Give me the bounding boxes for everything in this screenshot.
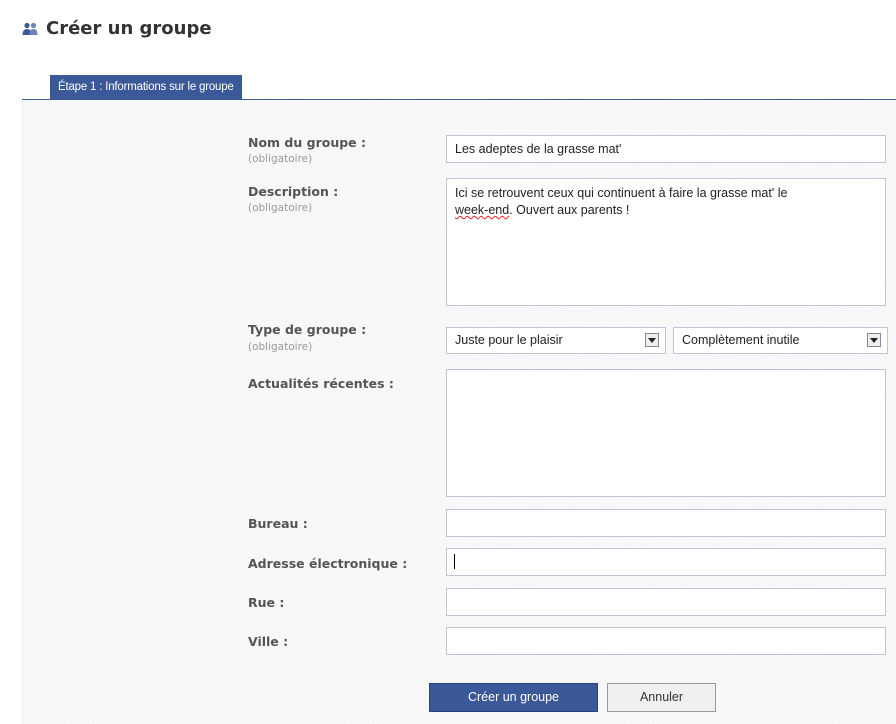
- cancel-button[interactable]: Annuler: [607, 683, 716, 712]
- group-type-label: Type de groupe :: [248, 322, 367, 337]
- news-textarea[interactable]: [446, 369, 886, 497]
- group-name-input[interactable]: Les adeptes de la grasse mat': [446, 135, 886, 163]
- email-input[interactable]: [446, 548, 886, 576]
- description-misspelled-word: week-end: [455, 203, 510, 217]
- office-input[interactable]: [446, 509, 886, 537]
- create-group-button[interactable]: Créer un groupe: [429, 683, 598, 712]
- office-label: Bureau :: [248, 516, 308, 531]
- street-input[interactable]: [446, 588, 886, 616]
- news-label: Actualités récentes :: [248, 376, 394, 391]
- tab-divider: [22, 99, 896, 100]
- description-label: Description :: [248, 184, 339, 199]
- page-title: Créer un groupe: [46, 18, 212, 39]
- chevron-down-icon[interactable]: [867, 333, 881, 347]
- group-type-category-value: Juste pour le plaisir: [455, 333, 563, 347]
- group-type-required: (obligatoire): [248, 341, 313, 353]
- email-label: Adresse électronique :: [248, 556, 408, 571]
- group-name-required: (obligatoire): [248, 153, 313, 165]
- street-label: Rue :: [248, 595, 285, 610]
- text-cursor: [454, 554, 455, 569]
- city-label: Ville :: [248, 634, 289, 649]
- group-icon: [22, 22, 38, 36]
- group-type-subcategory-select[interactable]: Complètement inutile: [673, 327, 888, 354]
- description-text-line2: . Ouvert aux parents !: [509, 203, 630, 217]
- description-textarea[interactable]: Ici se retrouvent ceux qui continuent à …: [446, 178, 886, 306]
- description-text-line1: Ici se retrouvent ceux qui continuent à …: [455, 186, 788, 200]
- city-input[interactable]: [446, 627, 886, 655]
- description-required: (obligatoire): [248, 202, 313, 214]
- tab-step-1[interactable]: Étape 1 : Informations sur le groupe: [50, 75, 242, 99]
- group-type-subcategory-value: Complètement inutile: [682, 333, 800, 347]
- group-type-category-select[interactable]: Juste pour le plaisir: [446, 327, 666, 354]
- chevron-down-icon[interactable]: [645, 333, 659, 347]
- page-header: Créer un groupe: [22, 18, 212, 39]
- group-name-label: Nom du groupe :: [248, 135, 366, 150]
